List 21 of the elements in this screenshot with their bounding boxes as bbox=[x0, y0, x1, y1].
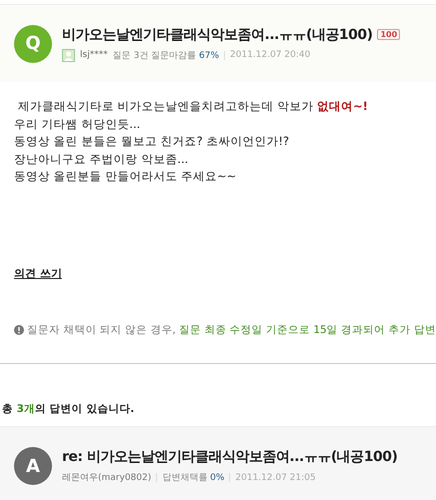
author-name[interactable]: 레몬여우(mary0802) bbox=[62, 471, 152, 484]
post-date: 2011.12.07 20:40 bbox=[230, 50, 310, 60]
answer-title: re: 비가오는날엔기타클래식악보좀여...ㅠㅠ(내공100) bbox=[62, 448, 398, 466]
question-title: 비가오는날엔기타클래식악보좀여...ㅠㅠ(내공100) bbox=[62, 26, 372, 44]
user-icon bbox=[62, 48, 75, 62]
body-text: 제가클래식기타로 비가오는날엔을치려고하는데 악보가 없대여~! bbox=[17, 98, 369, 115]
author-name[interactable]: lsj**** bbox=[80, 50, 108, 60]
answer-badge: A bbox=[14, 447, 52, 485]
question-badge: Q bbox=[14, 24, 52, 62]
notice-text: 질문자 채택이 되지 않은 경우, 질문 최종 수정일 기준으로 15일 경과되어 추가 답변 bbox=[27, 322, 436, 336]
question-stats: 질문 3건 질문마감률 67% bbox=[112, 50, 220, 62]
comment-link[interactable]: 의견 쓰기 bbox=[14, 266, 62, 280]
body-text: 동영상 올린 분들은 뭘보고 친거죠? 초싸이언인가!? bbox=[14, 133, 290, 150]
answer-count: 총 3개의 답변이 있습니다. bbox=[2, 402, 136, 416]
body-text: 우리 기타쌤 허당인듯... bbox=[14, 116, 142, 132]
points-badge: 100 bbox=[377, 29, 400, 40]
answer-stats: 답변채택률 0% bbox=[162, 472, 224, 484]
body-text: 동영상 올린분들 만들어라서도 주세요~~ bbox=[14, 168, 238, 185]
body-text: 장난아니구요 주법이랑 악보좀... bbox=[14, 150, 190, 168]
post-date: 2011.12.07 21:05 bbox=[235, 472, 316, 482]
info-icon bbox=[14, 324, 24, 334]
